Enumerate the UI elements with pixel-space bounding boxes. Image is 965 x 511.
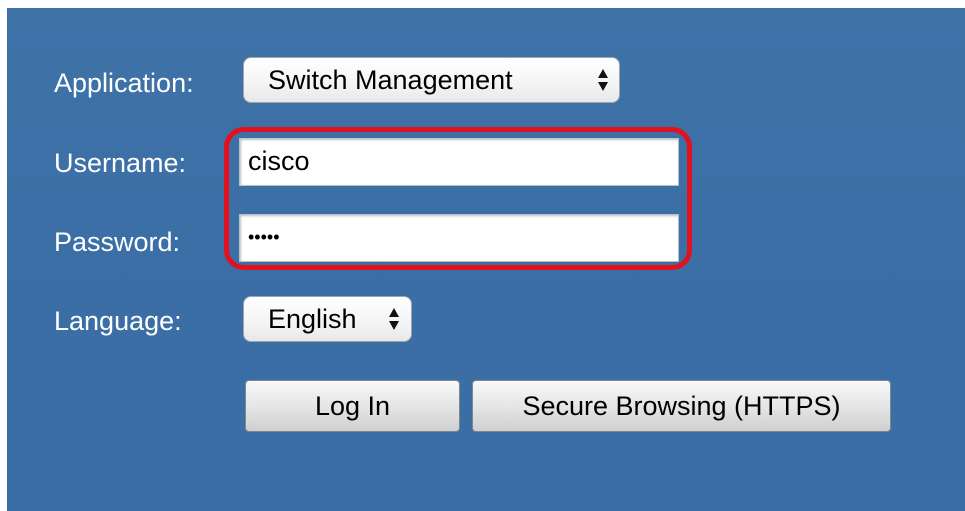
up-down-chevron-icon xyxy=(597,67,609,93)
password-label: Password: xyxy=(54,227,181,257)
application-label: Application: xyxy=(54,68,194,98)
language-select[interactable]: English xyxy=(243,296,412,342)
login-button[interactable]: Log In xyxy=(245,380,460,432)
application-select-value: Switch Management xyxy=(268,65,513,95)
language-label: Language: xyxy=(54,306,182,336)
secure-browsing-button[interactable]: Secure Browsing (HTTPS) xyxy=(472,380,891,432)
username-label: Username: xyxy=(54,148,187,178)
application-select[interactable]: Switch Management xyxy=(243,57,620,103)
up-down-chevron-icon xyxy=(388,306,400,332)
language-select-value: English xyxy=(268,304,357,334)
credentials-highlight xyxy=(224,127,692,270)
